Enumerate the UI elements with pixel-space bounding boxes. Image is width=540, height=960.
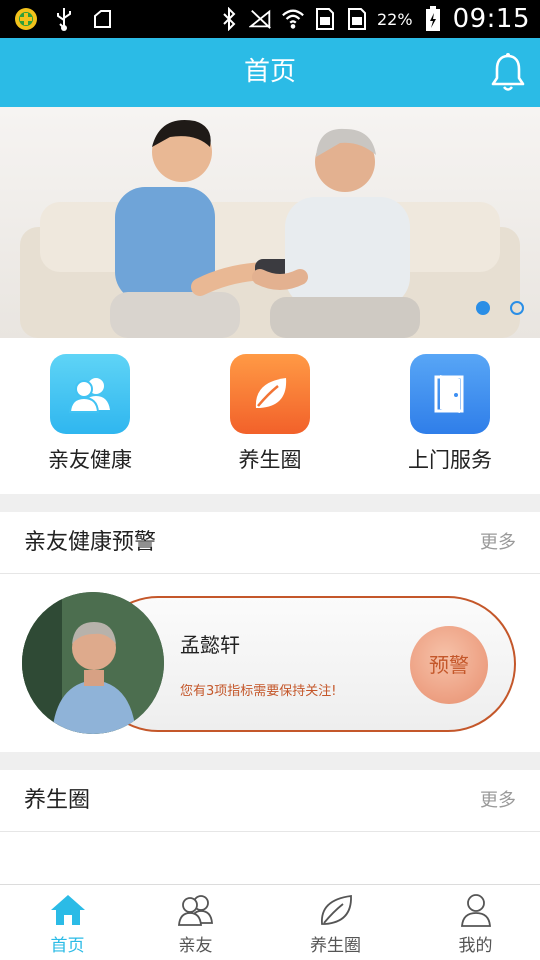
door-icon [410,354,490,434]
alert-message: 您有3项指标需要保持关注! [180,684,337,699]
wellness-header: 养生圈 更多 [0,770,540,832]
header: 首页 [0,38,540,107]
bluetooth-icon [217,6,241,32]
section-divider [0,752,540,770]
quick-action-family-health[interactable]: 亲友健康 [0,354,180,484]
leaf-icon [230,354,310,434]
avatar [22,592,164,734]
quick-action-label: 上门服务 [408,448,492,472]
nav-label: 养生圈 [310,936,361,956]
section-title: 养生圈 [24,788,91,813]
nav-wellness[interactable]: 养生圈 [268,891,403,957]
nav-label: 亲友 [178,936,213,956]
status-bar: 22% 09:15 [0,0,540,38]
nav-label: 首页 [50,936,85,956]
nav-home[interactable]: 首页 [0,891,135,957]
no-sim-signal-icon [249,6,273,32]
battery-charging-icon [421,6,445,32]
section-divider [0,494,540,512]
clipboard-icon [90,6,114,32]
quick-action-wellness[interactable]: 养生圈 [180,354,360,484]
contact-name: 孟懿轩 [180,633,240,657]
quick-action-label: 养生圈 [238,448,302,472]
quick-action-label: 亲友健康 [48,448,132,472]
notification-button[interactable] [488,52,528,94]
people-icon [50,354,130,434]
banner-carousel[interactable] [0,107,540,338]
quick-action-home-service[interactable]: 上门服务 [360,354,540,484]
quick-actions: 亲友健康 养生圈 上门服务 [0,338,540,494]
more-link[interactable]: 更多 [480,512,516,574]
bottom-nav: 首页 亲友 养生圈 我的 [0,884,540,960]
health-alert-header: 亲友健康预警 更多 [0,512,540,574]
banner-image [0,107,540,338]
section-title: 亲友健康预警 [24,530,157,555]
carousel-indicator[interactable] [510,301,524,315]
nav-friends[interactable]: 亲友 [128,891,263,957]
friends-icon [176,891,216,929]
nav-profile[interactable]: 我的 [408,891,540,957]
wifi-icon [281,6,305,32]
sim-card-icon [313,6,337,32]
usb-icon [52,6,76,32]
battery-percent: 22% [377,9,413,29]
bell-icon [491,53,525,91]
leaf-icon [316,891,356,929]
page-title: 首页 [243,57,296,87]
clock: 09:15 [452,4,530,34]
alert-button[interactable]: 预警 [410,626,488,704]
home-icon [48,891,88,929]
carousel-indicator-active[interactable] [476,301,490,315]
person-icon [456,891,496,929]
health-alert-list: 孟懿轩 您有3项指标需要保持关注! 预警 [0,574,540,752]
sim-card-icon [345,6,369,32]
app-icon [14,6,38,32]
more-link[interactable]: 更多 [480,770,516,832]
nav-label: 我的 [458,936,493,956]
